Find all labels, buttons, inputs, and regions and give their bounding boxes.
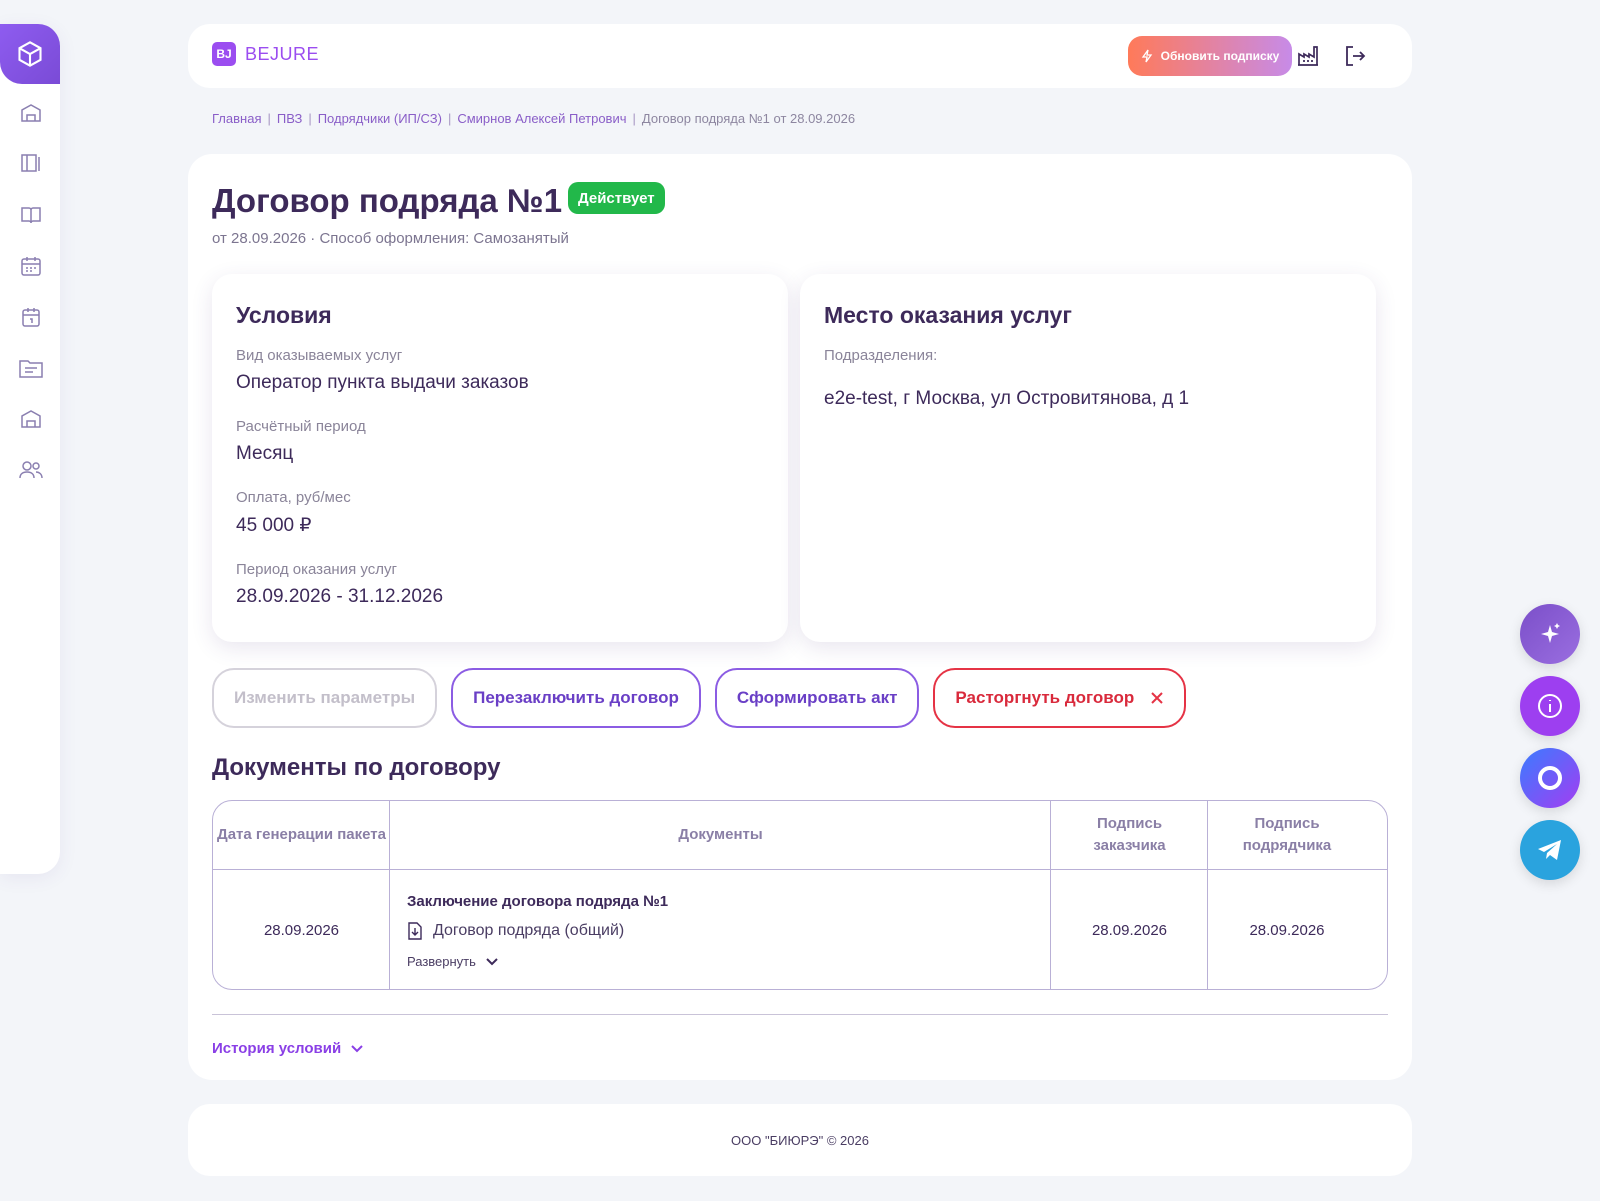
- breadcrumb-pvz[interactable]: ПВЗ: [277, 111, 302, 126]
- conditions-history-toggle[interactable]: История условий: [212, 1040, 363, 1057]
- package-title: Заключение договора подряда №1: [407, 893, 669, 910]
- service-type-value: Оператор пункта выдачи заказов: [236, 372, 529, 393]
- conditions-heading: Условия: [236, 302, 332, 328]
- table-row-documents: Заключение договора подряда №1 Договор п…: [407, 893, 668, 969]
- telegram-icon: [1538, 840, 1561, 860]
- sidebar-item-catalog[interactable]: [18, 150, 44, 176]
- expand-label: Развернуть: [407, 954, 476, 969]
- terminate-label: Расторгнуть договор: [955, 688, 1135, 707]
- telegram-button[interactable]: [1520, 820, 1580, 880]
- conditions-panel: Условия Вид оказываемых услуг Оператор п…: [212, 274, 788, 642]
- contract-subtitle: от 28.09.2026 · Способ оформления: Самоз…: [212, 230, 569, 247]
- logout-icon[interactable]: [1343, 44, 1367, 68]
- box-icon[interactable]: [0, 24, 60, 84]
- warehouse-icon: [21, 410, 41, 428]
- document-link[interactable]: Договор подряда (общий): [407, 922, 668, 940]
- row-contractor-sign: 28.09.2026: [1249, 921, 1325, 939]
- factory-icon[interactable]: [1296, 44, 1320, 68]
- sidebar-item-warehouse[interactable]: [18, 100, 44, 126]
- contract-card: Договор подряда №1 Действует от 28.09.20…: [188, 154, 1412, 1080]
- documents-table: Дата генерации пакета Документы Подпись …: [212, 800, 1388, 990]
- top-header: BJ BEJURE Обновить подписку: [188, 24, 1412, 88]
- subdivision-value: e2e-test, г Москва, ул Островитянова, д …: [824, 388, 1190, 409]
- chat-icon: [1538, 766, 1562, 790]
- chat-button[interactable]: [1520, 748, 1580, 808]
- status-badge: Действует: [568, 182, 665, 214]
- sparkles-icon: [1541, 623, 1560, 643]
- document-name: Договор подряда (общий): [433, 922, 625, 939]
- footer-copyright: ООО "БИЮРЭ" © 2026: [731, 1132, 869, 1148]
- history-label: История условий: [212, 1040, 342, 1057]
- col-header-contractor-sign: Подпись подрядчика: [1242, 815, 1332, 854]
- info-icon: [1538, 694, 1562, 718]
- edit-parameters-button[interactable]: Изменить параметры: [212, 668, 438, 728]
- sidebar-item-schedule[interactable]: [18, 304, 44, 330]
- location-panel: Место оказания услуг Подразделения: e2e-…: [800, 274, 1376, 642]
- sidebar-item-users[interactable]: [18, 457, 44, 483]
- service-period-label: Период оказания услуг: [236, 561, 397, 578]
- book-icon: [21, 207, 41, 224]
- row-customer-sign: 28.09.2026: [1091, 921, 1168, 939]
- folder-icon: [19, 360, 43, 378]
- service-type-label: Вид оказываемых услуг: [236, 347, 403, 364]
- billing-period-label: Расчётный период: [236, 418, 366, 435]
- close-icon: [1151, 692, 1163, 704]
- info-button[interactable]: [1520, 676, 1580, 736]
- file-download-icon: [408, 922, 422, 940]
- breadcrumb: Главная | ПВЗ | Подрядчики (ИП/СЗ) | Сми…: [212, 111, 856, 126]
- row-date: 28.09.2026: [263, 921, 340, 939]
- subdivisions-label: Подразделения:: [824, 347, 938, 364]
- sidebar-item-warehouse-2[interactable]: [18, 406, 44, 432]
- documents-heading: Документы по договору: [212, 754, 501, 781]
- sidebar-item-book[interactable]: [18, 202, 44, 228]
- breadcrumb-contractor[interactable]: Смирнов Алексей Петрович: [457, 111, 626, 126]
- calendar-icon: [21, 257, 41, 276]
- expand-toggle[interactable]: Развернуть: [407, 954, 668, 969]
- breadcrumb-home[interactable]: Главная: [212, 111, 261, 126]
- users-icon: [19, 461, 43, 479]
- renew-contract-button[interactable]: Перезаключить договор: [451, 668, 701, 728]
- schedule-icon: [22, 308, 40, 327]
- chevron-down-icon: [351, 1044, 363, 1052]
- brand-name: BEJURE: [245, 43, 320, 64]
- page-title: Договор подряда №1: [212, 182, 563, 219]
- payment-value: 45 000 ₽: [236, 515, 312, 536]
- brand-logo[interactable]: BJ BEJURE: [212, 42, 319, 66]
- breadcrumb-current: Договор подряда №1 от 28.09.2026: [641, 111, 856, 126]
- sidebar-item-documents[interactable]: [18, 355, 44, 381]
- catalog-icon: [21, 154, 40, 172]
- chevron-down-icon: [486, 957, 498, 965]
- divider: [212, 1014, 1388, 1015]
- footer: ООО "БИЮРЭ" © 2026: [188, 1104, 1412, 1176]
- lightning-icon: [1141, 49, 1152, 63]
- sidebar: [0, 24, 60, 874]
- col-header-documents: Документы: [678, 826, 763, 843]
- warehouse-icon: [21, 104, 41, 122]
- terminate-contract-button[interactable]: Расторгнуть договор: [933, 668, 1187, 728]
- upgrade-label: Обновить подписку: [1160, 49, 1280, 63]
- generate-act-button[interactable]: Сформировать акт: [714, 668, 920, 728]
- contract-actions: Изменить параметры Перезаключить договор…: [212, 668, 1187, 728]
- ai-assistant-button[interactable]: [1520, 604, 1580, 664]
- service-period-value: 28.09.2026 - 31.12.2026: [236, 586, 444, 607]
- brand-mark: BJ: [212, 42, 236, 66]
- col-header-date: Дата генерации пакета: [217, 826, 386, 843]
- location-heading: Место оказания услуг: [824, 302, 1072, 328]
- payment-label: Оплата, руб/мес: [236, 489, 351, 506]
- sidebar-item-calendar[interactable]: [18, 253, 44, 279]
- billing-period-value: Месяц: [236, 443, 294, 464]
- upgrade-subscription-button[interactable]: Обновить подписку: [1128, 36, 1292, 76]
- col-header-customer-sign: Подпись заказчика: [1093, 815, 1166, 854]
- breadcrumb-contractors[interactable]: Подрядчики (ИП/СЗ): [318, 111, 442, 126]
